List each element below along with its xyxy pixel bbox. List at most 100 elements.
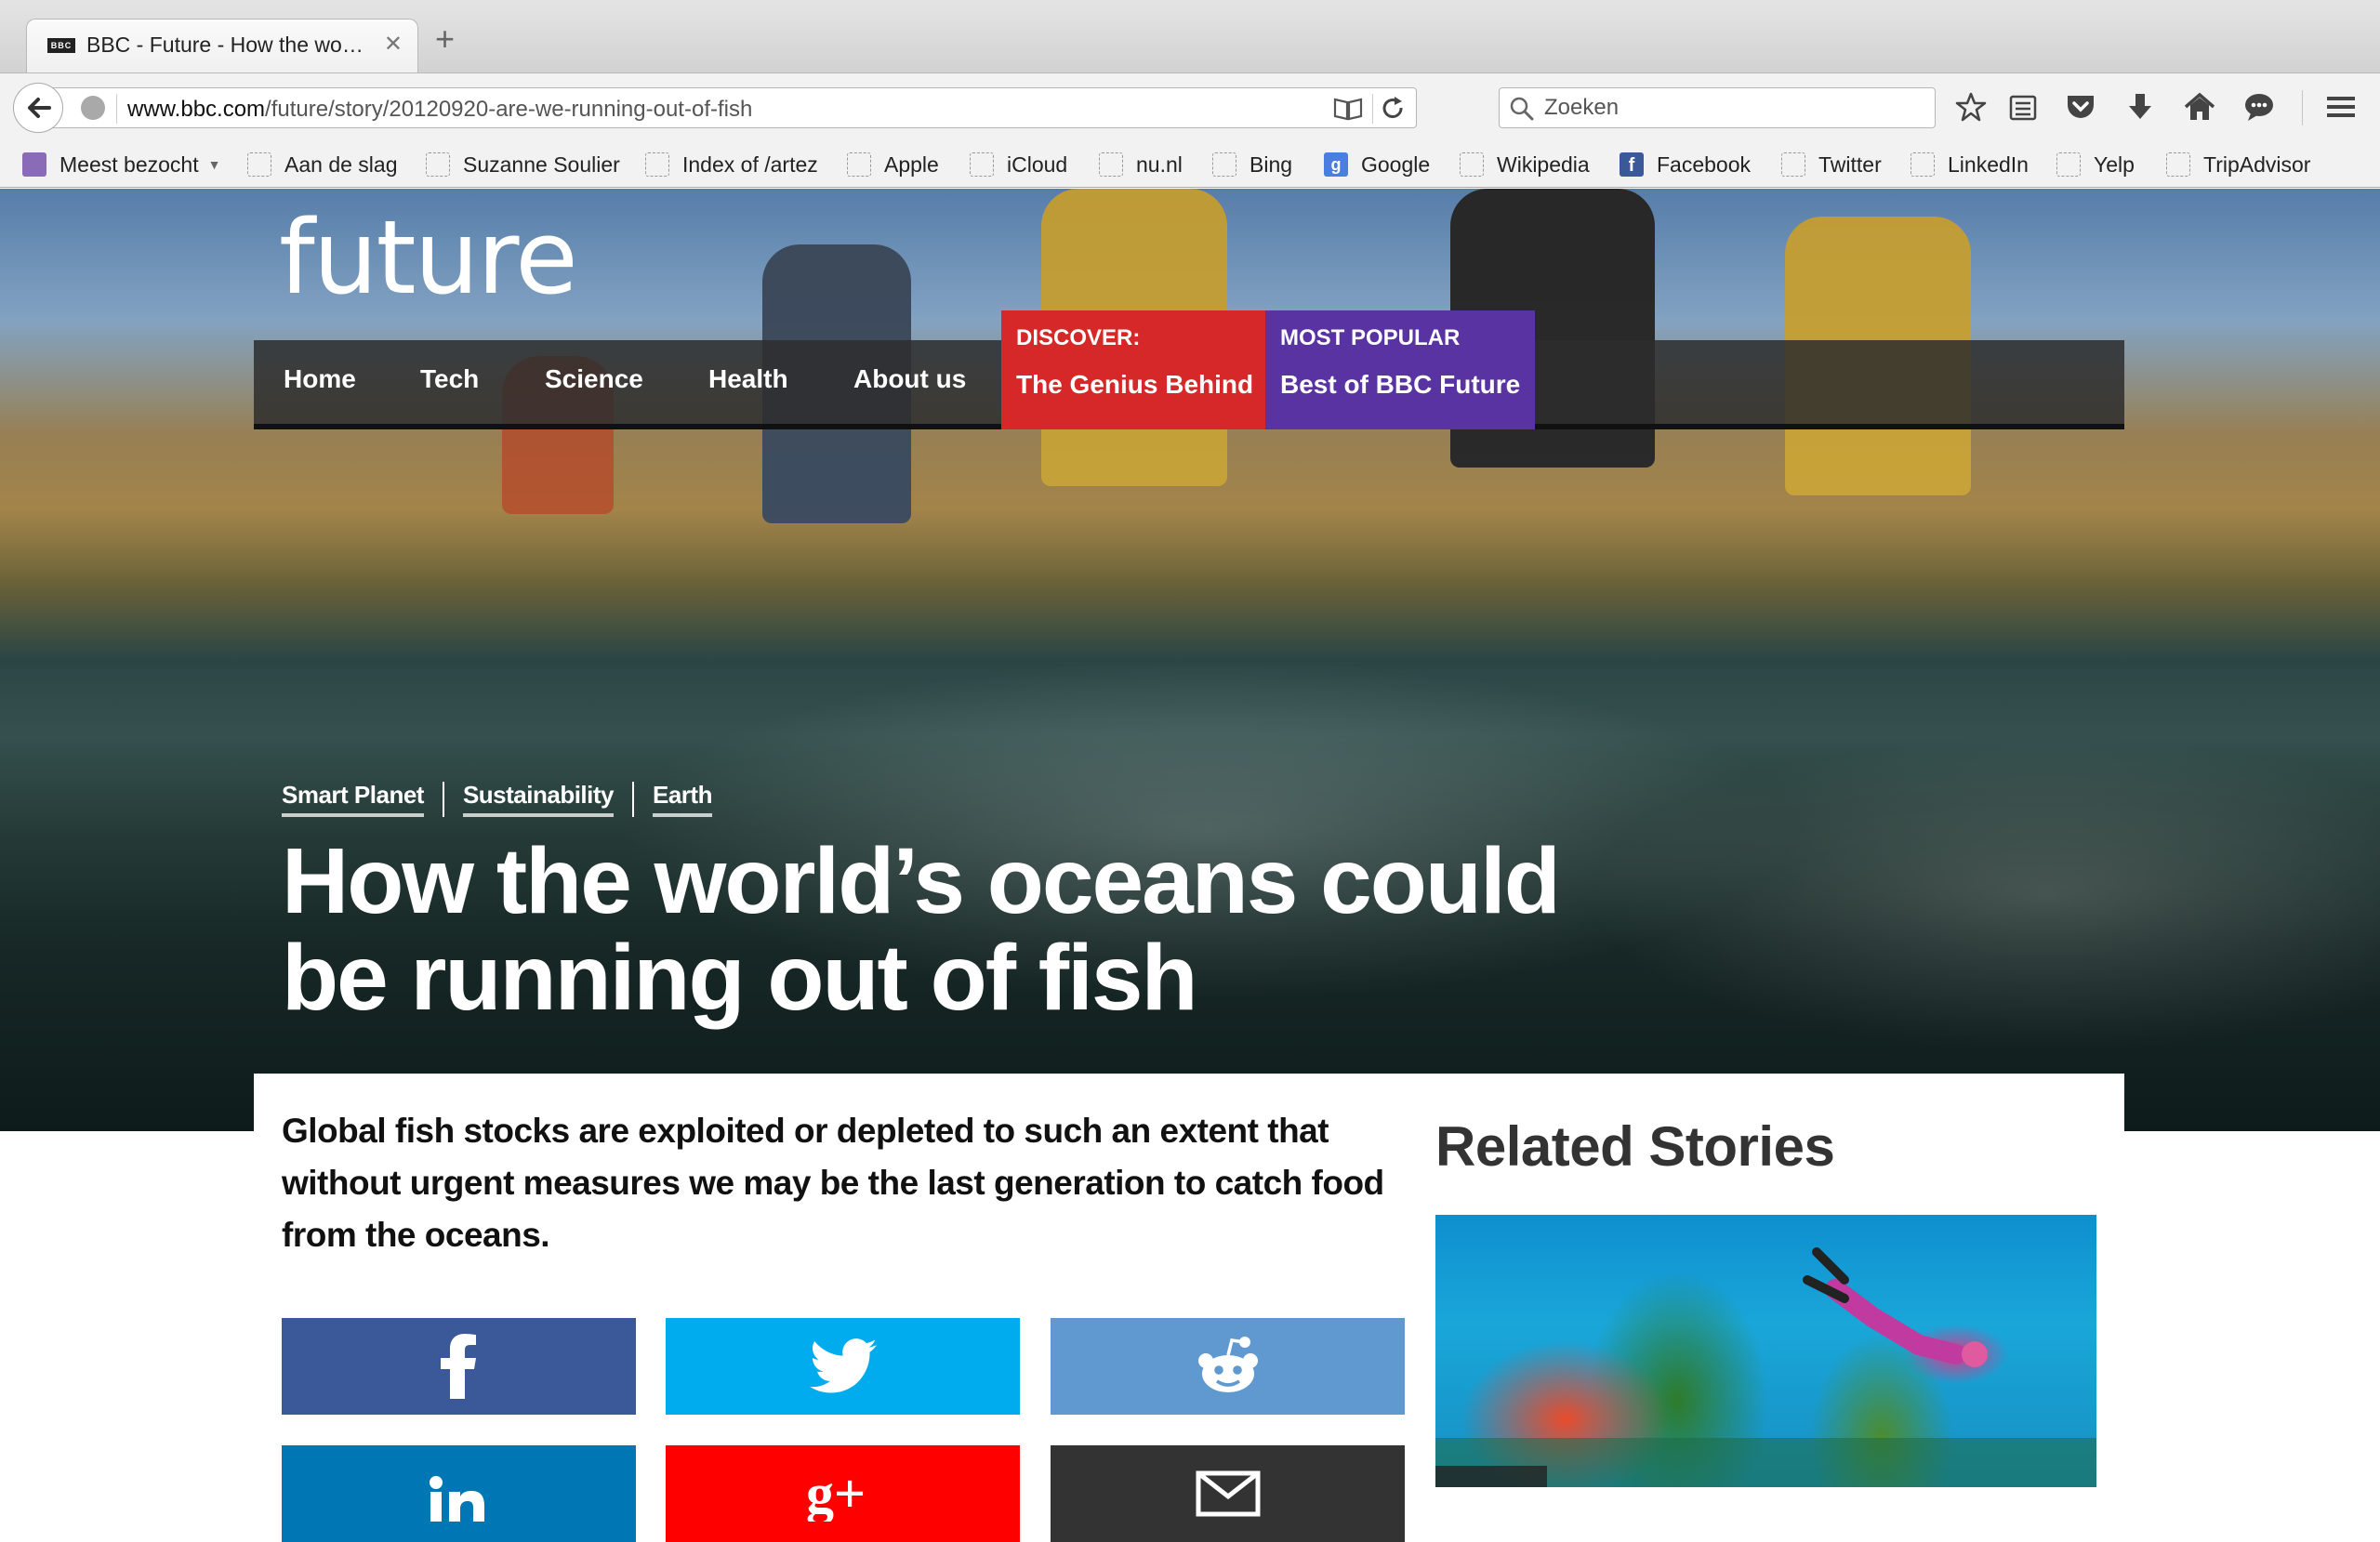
reload-icon[interactable]	[1379, 95, 1407, 127]
tag-divider	[632, 781, 634, 817]
menu-icon[interactable]	[2322, 88, 2360, 125]
bookmark-icon	[970, 152, 994, 177]
bookmark-item[interactable]: Wikipedia	[1460, 151, 1590, 178]
facebook-icon: f	[1620, 152, 1644, 177]
site-navigation: Home Tech Science Health About us DISCOV…	[254, 310, 2124, 429]
browser-tab[interactable]: BBC BBC - Future - How the world's ocean…	[26, 19, 418, 72]
bookmark-most-visited[interactable]: Meest bezocht ▼	[22, 151, 220, 178]
new-tab-plus-icon[interactable]: +	[435, 22, 455, 56]
most-popular-kicker: MOST POPULAR	[1280, 325, 1461, 350]
related-stories-heading: Related Stories	[1435, 1115, 1835, 1178]
twitter-icon	[809, 1338, 877, 1393]
bookmark-icon	[1212, 152, 1236, 177]
bookmark-label: Suzanne Soulier	[463, 152, 620, 177]
svg-text:g+: g+	[806, 1466, 866, 1522]
bookmark-item[interactable]: Yelp	[2056, 151, 2135, 178]
related-story-image[interactable]	[1435, 1215, 2096, 1487]
bbc-favicon-icon: BBC	[47, 38, 75, 53]
search-bar[interactable]	[1499, 87, 1936, 128]
bookmark-icon	[426, 152, 450, 177]
share-linkedin-button[interactable]	[282, 1445, 636, 1542]
discover-title: The Genius Behind	[1016, 370, 1254, 399]
most-popular-title: Best of BBC Future	[1280, 370, 1521, 399]
bookmark-item[interactable]: LinkedIn	[1911, 151, 2029, 178]
back-button[interactable]	[13, 83, 63, 133]
discover-kicker: DISCOVER:	[1016, 325, 1141, 350]
pocket-icon[interactable]	[2062, 88, 2099, 125]
bookmark-icon	[1099, 152, 1123, 177]
bookmark-item[interactable]: f Facebook	[1620, 151, 1751, 178]
nav-science[interactable]: Science	[545, 364, 643, 394]
search-input[interactable]	[1542, 88, 1914, 127]
home-icon[interactable]	[2181, 88, 2218, 125]
share-email-button[interactable]	[1051, 1445, 1405, 1542]
bookmark-item[interactable]: Twitter	[1781, 151, 1882, 178]
bookmark-icon	[2166, 152, 2190, 177]
url-path: /future/story/20120920-are-we-running-ou…	[265, 97, 753, 122]
bookmark-label: Index of /artez	[682, 152, 818, 177]
chevron-down-icon: ▼	[207, 157, 221, 172]
share-reddit-button[interactable]	[1051, 1318, 1405, 1415]
star-icon[interactable]	[1952, 88, 1990, 125]
most-popular-promo[interactable]: MOST POPULAR Best of BBC Future	[1265, 310, 1535, 429]
nav-about-us[interactable]: About us	[853, 364, 966, 394]
nav-home[interactable]: Home	[284, 364, 356, 394]
nav-health[interactable]: Health	[708, 364, 788, 394]
toolbar-divider	[2302, 90, 2303, 125]
bookmark-label: Wikipedia	[1497, 152, 1590, 177]
bookmark-icon	[2056, 152, 2081, 177]
url-text[interactable]: www.bbc.com/future/story/20120920-are-we…	[127, 97, 752, 123]
article-tags: Smart Planet Sustainability Earth	[282, 781, 712, 817]
download-icon[interactable]	[2122, 88, 2159, 125]
reddit-icon	[1197, 1337, 1258, 1392]
share-twitter-button[interactable]	[666, 1318, 1020, 1415]
bookmark-icon	[1781, 152, 1805, 177]
bookmark-item[interactable]: Apple	[847, 151, 939, 178]
bookmark-item[interactable]: Suzanne Soulier	[426, 151, 620, 178]
search-icon	[1509, 96, 1535, 126]
article-summary: Global fish stocks are exploited or depl…	[282, 1112, 1384, 1254]
bookmark-item[interactable]: nu.nl	[1099, 151, 1183, 178]
url-bar[interactable]: www.bbc.com/future/story/20120920-are-we…	[46, 87, 1417, 128]
tag-earth[interactable]: Earth	[653, 781, 712, 817]
tag-smart-planet[interactable]: Smart Planet	[282, 781, 424, 817]
bookmark-label: nu.nl	[1136, 152, 1183, 177]
bookmark-item[interactable]: Bing	[1212, 151, 1292, 178]
url-domain: www.bbc.com	[127, 97, 266, 122]
bookmark-label: TripAdvisor	[2203, 152, 2311, 177]
bookmark-item[interactable]: Aan de slag	[247, 151, 397, 178]
nav-tech[interactable]: Tech	[420, 364, 479, 394]
email-icon	[1196, 1470, 1260, 1517]
close-tab-icon[interactable]: ✕	[384, 31, 403, 58]
reader-view-icon[interactable]	[1332, 95, 1364, 127]
bookmark-item[interactable]: iCloud	[970, 151, 1067, 178]
tab-strip: BBC BBC - Future - How the world's ocean…	[0, 0, 2380, 72]
bookmark-label: Apple	[884, 152, 939, 177]
article-content: Global fish stocks are exploited or depl…	[254, 1074, 2124, 1542]
bookmark-label: Facebook	[1657, 152, 1752, 177]
bookmark-label: Twitter	[1818, 152, 1882, 177]
navigation-toolbar: www.bbc.com/future/story/20120920-are-we…	[0, 72, 2380, 141]
linkedin-icon	[429, 1476, 484, 1522]
reading-list-icon[interactable]	[2004, 88, 2042, 125]
share-google-plus-button[interactable]: g+	[666, 1445, 1020, 1542]
bookmarks-toolbar: Meest bezocht ▼ Aan de slag Suzanne Souli…	[0, 141, 2380, 188]
tag-sustainability[interactable]: Sustainability	[462, 781, 615, 817]
back-arrow-icon	[28, 98, 51, 118]
bookmark-label: LinkedIn	[1948, 152, 2029, 177]
share-facebook-button[interactable]	[282, 1318, 636, 1415]
google-icon: g	[1324, 152, 1348, 177]
future-logo[interactable]: future	[279, 206, 578, 309]
url-divider	[116, 94, 117, 124]
bookmark-item[interactable]: g Google	[1324, 151, 1430, 178]
globe-icon[interactable]	[81, 96, 105, 120]
discover-promo[interactable]: DISCOVER: The Genius Behind	[1001, 310, 1265, 429]
bookmark-label: Meest bezocht	[60, 152, 199, 177]
url-divider-right	[1372, 94, 1373, 124]
bookmark-item[interactable]: TripAdvisor	[2166, 151, 2310, 178]
chat-icon[interactable]	[2241, 88, 2278, 125]
tab-title: BBC - Future - How the world's oceans co…	[86, 33, 365, 57]
bookmark-label: Bing	[1250, 152, 1293, 177]
bookmark-item[interactable]: Index of /artez	[645, 151, 818, 178]
bookmark-label: iCloud	[1007, 152, 1068, 177]
